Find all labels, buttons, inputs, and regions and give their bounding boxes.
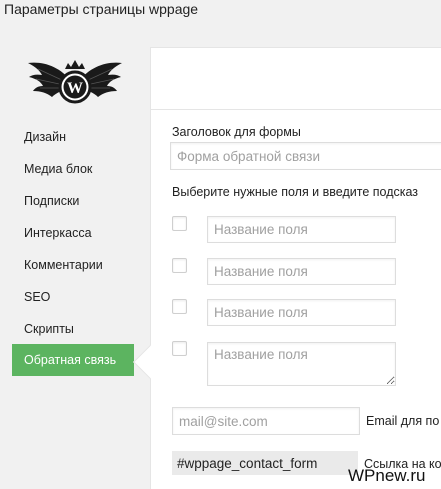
- form-title-label: Заголовок для формы: [172, 125, 301, 139]
- form-title-input[interactable]: [170, 142, 441, 170]
- field-name-input-2[interactable]: [207, 258, 396, 285]
- sidebar-item-design[interactable]: Дизайн: [12, 121, 134, 153]
- fields-hint: Выберите нужные поля и введите подсказ: [172, 185, 419, 199]
- email-input[interactable]: [172, 407, 360, 435]
- field-checkbox-1[interactable]: [172, 216, 187, 231]
- sidebar-item-media[interactable]: Медиа блок: [12, 153, 134, 185]
- sidebar-item-scripts[interactable]: Скрипты: [12, 313, 134, 345]
- shortcode-field[interactable]: #wppage_contact_form: [172, 451, 358, 475]
- winged-wordpress-logo-icon: W: [28, 60, 122, 104]
- divider: [150, 109, 441, 110]
- sidebar-item-subscriptions[interactable]: Подписки: [12, 185, 134, 217]
- sidebar-item-feedback[interactable]: Обратная связь: [12, 344, 134, 376]
- sidebar-item-comments[interactable]: Комментарии: [12, 249, 134, 281]
- sidebar-item-interkassa[interactable]: Интеркасса: [12, 217, 134, 249]
- field-checkbox-2[interactable]: [172, 258, 187, 273]
- sidebar-item-seo[interactable]: SEO: [12, 281, 134, 313]
- field-name-textarea[interactable]: [207, 342, 396, 386]
- svg-text:W: W: [67, 80, 83, 97]
- top-bar: Параметры страницы wppage: [0, 0, 441, 47]
- field-name-input-3[interactable]: [207, 299, 396, 326]
- field-checkbox-3[interactable]: [172, 299, 187, 314]
- field-checkbox-4[interactable]: [172, 341, 187, 356]
- email-label: Email для по: [366, 414, 440, 428]
- watermark: WPnew.ru: [348, 466, 426, 485]
- page-title: Параметры страницы wppage: [4, 1, 199, 17]
- field-name-input-1[interactable]: [207, 216, 396, 243]
